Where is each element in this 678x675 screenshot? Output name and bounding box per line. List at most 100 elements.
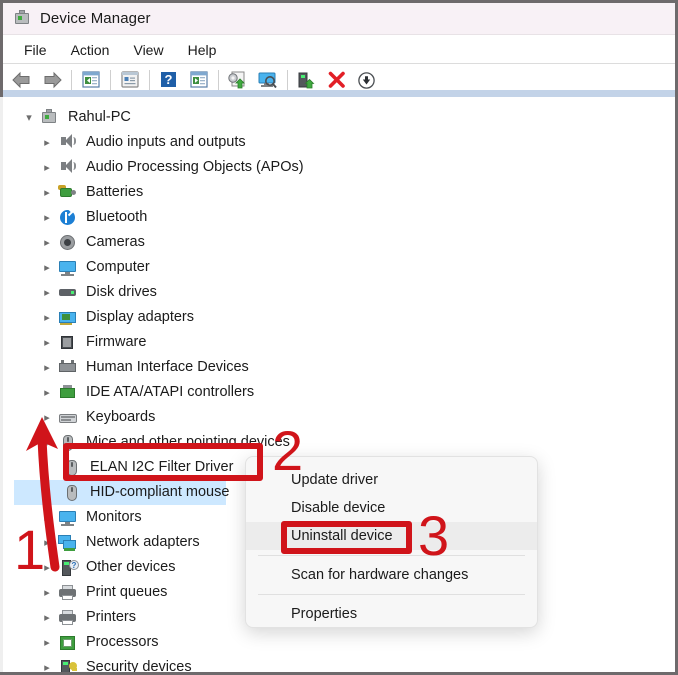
tree-item-display-adapters[interactable]: ▸ Display adapters (14, 305, 675, 330)
annotation-box-uninstall-device (281, 521, 412, 554)
ctx-properties[interactable]: Properties (246, 600, 537, 628)
tree-item-label: HID-compliant mouse (90, 484, 230, 501)
chevron-right-icon[interactable]: ▸ (36, 261, 58, 274)
tree-item-label: Audio inputs and outputs (86, 134, 246, 151)
question-mark-icon: ? (161, 72, 176, 87)
disk-drive-icon (58, 284, 80, 302)
tree-item-firmware[interactable]: ▸ Firmware (14, 330, 675, 355)
chevron-right-icon[interactable]: ▸ (36, 386, 58, 399)
toolbar-separator (149, 70, 150, 90)
ctx-disable-device[interactable]: Disable device (246, 494, 537, 522)
ctx-scan-hardware-changes[interactable]: Scan for hardware changes (246, 561, 537, 589)
annotation-box-hid-compliant-mouse (63, 443, 263, 481)
pane-header-band (3, 90, 675, 97)
camera-icon (58, 234, 80, 252)
device-manager-window: Device Manager File Action View Help ? ▾… (0, 0, 678, 675)
tree-item-batteries[interactable]: ▸ Batteries (14, 180, 675, 205)
tree-item-label: IDE ATA/ATAPI controllers (86, 384, 255, 401)
tree-item-rahul-pc[interactable]: ▾ Rahul-PC (14, 105, 675, 130)
tree-item-ide-ata-atapi-controllers[interactable]: ▸ IDE ATA/ATAPI controllers (14, 380, 675, 405)
action-pane-icon (190, 71, 208, 88)
toolbar-separator (71, 70, 72, 90)
chevron-right-icon[interactable]: ▸ (36, 611, 58, 624)
tree-item-label: Human Interface Devices (86, 359, 249, 376)
tree-item-audio-inputs-and-outputs[interactable]: ▸ Audio inputs and outputs (14, 130, 675, 155)
device-manager-icon (13, 9, 31, 28)
context-menu-separator (258, 555, 525, 556)
toolbar-separator (110, 70, 111, 90)
tree-item-label: Security devices (86, 659, 192, 672)
tree-item-label: Display adapters (86, 309, 194, 326)
tree-item-label: Bluetooth (86, 209, 148, 226)
arrow-right-icon (44, 71, 62, 89)
tree-item-label: Computer (86, 259, 150, 276)
toolbar-separator (287, 70, 288, 90)
scan-hardware-icon (258, 72, 277, 88)
menu-help[interactable]: Help (177, 39, 228, 61)
menu-bar: File Action View Help (3, 36, 675, 64)
toolbar-separator (218, 70, 219, 90)
security-device-icon (58, 659, 80, 672)
down-arrow-circle-icon (358, 71, 375, 89)
svg-text:?: ? (165, 72, 173, 87)
firmware-chip-icon (58, 334, 80, 352)
tree-item-human-interface-devices[interactable]: ▸ Human Interface Devices (14, 355, 675, 380)
speaker-icon (58, 158, 80, 177)
tree-item-label: Other devices (86, 559, 176, 576)
enable-device-icon (298, 72, 315, 88)
console-tree-icon (82, 71, 100, 88)
monitor-icon (58, 259, 80, 277)
chevron-right-icon[interactable]: ▸ (36, 211, 58, 224)
tree-item-cameras[interactable]: ▸ Cameras (14, 230, 675, 255)
properties-icon (121, 71, 139, 88)
tree-item-label: Print queues (86, 584, 168, 601)
tree-item-disk-drives[interactable]: ▸ Disk drives (14, 280, 675, 305)
tree-item-security-devices[interactable]: ▸ Security devices (14, 655, 675, 672)
printer-icon (58, 609, 80, 627)
computer-icon (40, 108, 62, 127)
menu-action[interactable]: Action (60, 39, 121, 61)
tree-item-label: Firmware (86, 334, 147, 351)
red-x-icon (328, 71, 345, 88)
context-menu-separator (258, 594, 525, 595)
annotation-number-2: 2 (272, 419, 304, 482)
bluetooth-icon (58, 207, 80, 227)
tree-item-bluetooth[interactable]: ▸ Bluetooth (14, 205, 675, 230)
chevron-right-icon[interactable]: ▸ (36, 161, 58, 174)
tree-item-audio-processing-objects[interactable]: ▸ Audio Processing Objects (APOs) (14, 155, 675, 180)
chevron-right-icon[interactable]: ▸ (36, 586, 58, 599)
tree-item-label: Printers (86, 609, 136, 626)
chevron-right-icon[interactable]: ▸ (36, 661, 58, 672)
tree-item-label: Network adapters (86, 534, 200, 551)
chevron-right-icon[interactable]: ▸ (36, 286, 58, 299)
annotation-number-1: 1 (14, 518, 46, 581)
tree-item-label: Processors (86, 634, 159, 651)
menu-view[interactable]: View (122, 39, 174, 61)
chevron-right-icon[interactable]: ▸ (36, 186, 58, 199)
speaker-icon (58, 133, 80, 152)
annotation-number-3: 3 (418, 504, 450, 567)
chevron-right-icon[interactable]: ▸ (36, 361, 58, 374)
tree-item-label: Cameras (86, 234, 145, 251)
tree-item-computer[interactable]: ▸ Computer (14, 255, 675, 280)
arrow-left-icon (12, 71, 30, 89)
chevron-right-icon[interactable]: ▸ (36, 311, 58, 324)
tree-item-label: Batteries (86, 184, 144, 201)
printer-icon (58, 584, 80, 602)
window-title: Device Manager (40, 10, 151, 27)
chevron-right-icon[interactable]: ▸ (36, 136, 58, 149)
ide-controller-icon (58, 384, 80, 402)
hid-icon (58, 359, 80, 377)
tree-item-keyboards[interactable]: ▸ Keyboards (14, 405, 675, 430)
chevron-right-icon[interactable]: ▸ (36, 336, 58, 349)
menu-file[interactable]: File (13, 39, 58, 61)
display-adapter-icon (58, 309, 80, 327)
chevron-down-icon[interactable]: ▾ (18, 111, 40, 124)
chevron-right-icon[interactable]: ▸ (36, 636, 58, 649)
tree-item-label: Keyboards (86, 409, 156, 426)
battery-icon (58, 184, 80, 202)
chevron-right-icon[interactable]: ▸ (36, 236, 58, 249)
processor-icon (58, 634, 80, 652)
tree-item-label: Disk drives (86, 284, 157, 301)
tree-item-label: Rahul-PC (68, 109, 131, 126)
